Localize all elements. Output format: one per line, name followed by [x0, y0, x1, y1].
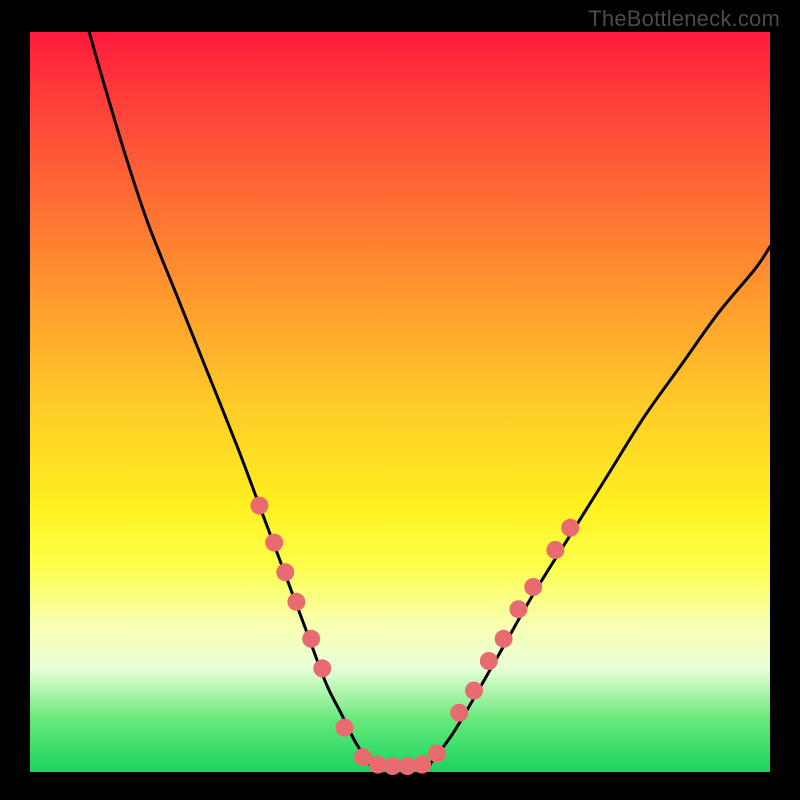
curve-marker — [509, 600, 527, 618]
curve-marker — [287, 593, 305, 611]
curve-marker — [413, 756, 431, 774]
curve-marker — [302, 630, 320, 648]
curve-marker — [250, 497, 268, 515]
curve-marker — [480, 652, 498, 670]
curve-marker — [428, 745, 446, 763]
curve-marker — [313, 659, 331, 677]
curve-marker — [265, 534, 283, 552]
curve-marker — [450, 704, 468, 722]
curve-marker — [276, 563, 294, 581]
curve-marker — [495, 630, 513, 648]
curve-marker — [336, 719, 354, 737]
curve-marker — [546, 541, 564, 559]
curve-marker — [524, 578, 542, 596]
curve-marker — [561, 519, 579, 537]
bottleneck-curve — [89, 32, 770, 769]
curve-overlay — [0, 0, 800, 800]
curve-marker — [465, 682, 483, 700]
